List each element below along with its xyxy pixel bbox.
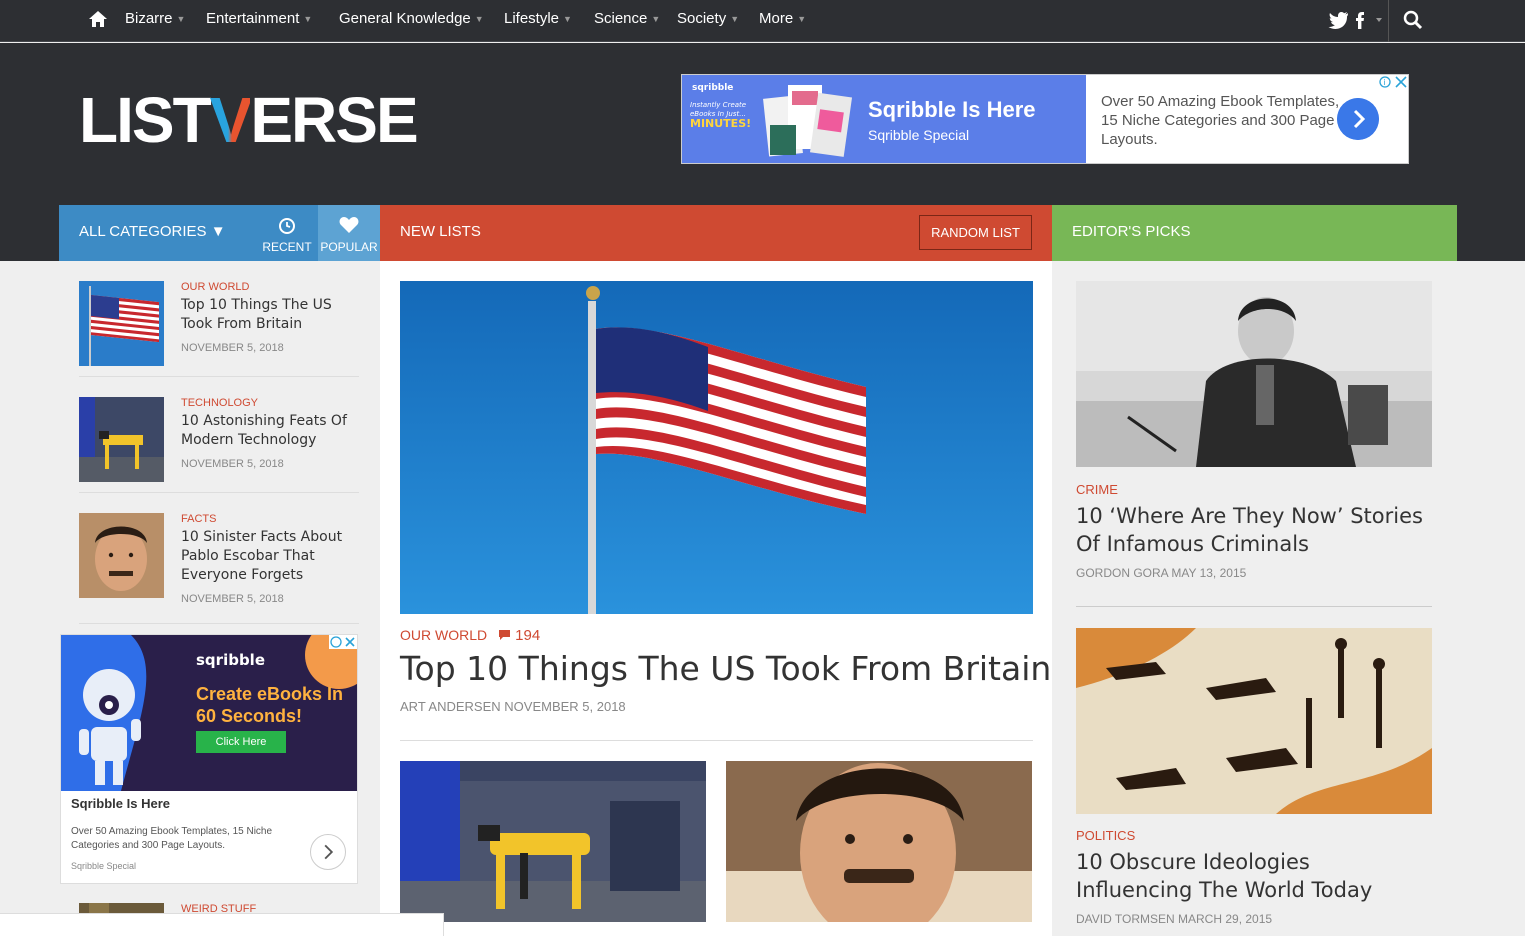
new-lists-column: OUR WORLD 194 Top 10 Things The US Took … bbox=[380, 261, 1052, 936]
list-title[interactable]: 10 Astonishing Feats Of Modern Technolog… bbox=[181, 412, 356, 450]
ad-subtitle: Sqribble Special bbox=[868, 127, 970, 143]
chevron-down-icon: ▼ bbox=[176, 14, 186, 24]
all-categories-bar: ALL CATEGORIES ▼ RECENT bbox=[59, 205, 318, 261]
divider bbox=[1076, 606, 1432, 607]
list-date: NOVEMBER 5, 2018 bbox=[181, 458, 284, 470]
robot-dog-image[interactable] bbox=[400, 761, 706, 922]
chevron-down-icon[interactable] bbox=[1376, 18, 1382, 22]
chevron-right-icon[interactable] bbox=[310, 834, 346, 870]
pick-category[interactable]: POLITICS bbox=[1076, 828, 1135, 843]
nav-divider bbox=[1388, 0, 1389, 42]
chevron-right-icon[interactable] bbox=[1337, 98, 1379, 140]
pick-title[interactable]: 10 ‘Where Are They Now’ Stories Of Infam… bbox=[1076, 502, 1432, 558]
nav-more[interactable]: More ▼ bbox=[759, 10, 806, 27]
ad-brand: sqribble bbox=[692, 83, 734, 93]
chevron-down-icon: ▼ bbox=[797, 14, 807, 24]
pick-meta: DAVID TORMSEN MARCH 29, 2015 bbox=[1076, 912, 1273, 926]
ad-headline: Sqribble Is Here bbox=[868, 97, 1036, 122]
nav-general-knowledge[interactable]: General Knowledge ▼ bbox=[339, 10, 484, 27]
tab-popular: POPULAR bbox=[320, 240, 378, 254]
ad-close-icon[interactable] bbox=[329, 635, 357, 649]
editors-picks-bar: EDITOR'S PICKS bbox=[1052, 205, 1457, 261]
list-title[interactable]: Top 10 Things The US Took From Britain bbox=[181, 296, 356, 334]
nav-entertainment[interactable]: Entertainment ▼ bbox=[206, 10, 312, 27]
new-lists-heading: NEW LISTS bbox=[400, 223, 481, 240]
cave-painting-image[interactable] bbox=[1076, 628, 1432, 814]
banner-ad[interactable]: sqribble Instantly Create eBooks In Just… bbox=[681, 74, 1409, 164]
ad-description: Over 50 Amazing Ebook Templates, 15 Nich… bbox=[71, 826, 273, 851]
ad-art: sqribble Create eBooks In 60 Seconds! Cl… bbox=[61, 635, 357, 791]
robot-dog-thumbnail bbox=[79, 397, 164, 482]
editors-picks-heading: EDITOR'S PICKS bbox=[1072, 223, 1191, 240]
search-icon[interactable] bbox=[1403, 10, 1423, 30]
comment-count: 194 bbox=[515, 627, 541, 644]
divider bbox=[400, 740, 1033, 741]
home-icon[interactable] bbox=[88, 9, 108, 29]
hero-category[interactable]: OUR WORLD bbox=[400, 627, 487, 643]
comment-icon bbox=[499, 630, 510, 640]
portrait-image[interactable] bbox=[726, 761, 1032, 922]
ad-close-icon[interactable]: i bbox=[1378, 75, 1408, 89]
ebook-stack-image bbox=[763, 85, 852, 157]
nav-science[interactable]: Science ▼ bbox=[594, 10, 660, 27]
list-date: NOVEMBER 5, 2018 bbox=[181, 593, 284, 605]
nav-society[interactable]: Society ▼ bbox=[677, 10, 739, 27]
random-list-button[interactable]: RANDOM LIST bbox=[919, 215, 1032, 250]
chevron-down-icon: ▼ bbox=[563, 14, 572, 24]
top-nav: Bizarre ▼ Entertainment ▼ General Knowledg… bbox=[0, 0, 1525, 42]
list-item[interactable]: TECHNOLOGY 10 Astonishing Feats Of Moder… bbox=[79, 397, 359, 493]
hero-meta: ART ANDERSEN NOVEMBER 5, 2018 bbox=[400, 699, 626, 714]
flag-thumbnail bbox=[79, 281, 164, 366]
ad-brand: sqribble bbox=[196, 651, 265, 669]
list-date: NOVEMBER 5, 2018 bbox=[181, 342, 284, 354]
ad-banner-art: sqribble Instantly Create eBooks In Just… bbox=[682, 75, 1086, 163]
heart-icon bbox=[339, 217, 359, 233]
editors-picks-column: CRIME 10 ‘Where Are They Now’ Stories Of… bbox=[1052, 261, 1457, 936]
popular-tab[interactable]: POPULAR bbox=[318, 205, 380, 261]
facebook-icon[interactable] bbox=[1356, 12, 1364, 29]
list-category[interactable]: TECHNOLOGY bbox=[181, 397, 258, 409]
clock-icon[interactable] bbox=[278, 217, 296, 235]
list-item[interactable]: OUR WORLD Top 10 Things The US Took From… bbox=[79, 281, 359, 377]
list-category[interactable]: FACTS bbox=[181, 513, 216, 525]
ad-headline: Create eBooks In 60 Seconds! bbox=[196, 684, 344, 726]
chevron-down-icon: ▼ bbox=[303, 14, 313, 24]
site-logo[interactable]: LISTVERSE bbox=[79, 88, 419, 152]
twitter-icon[interactable] bbox=[1328, 12, 1349, 29]
social-links bbox=[1328, 12, 1382, 29]
tab-recent[interactable]: RECENT bbox=[256, 240, 318, 254]
bottom-overlay-panel bbox=[0, 913, 444, 936]
hero-image[interactable] bbox=[400, 281, 1033, 614]
list-category[interactable]: OUR WORLD bbox=[181, 281, 249, 293]
chevron-down-icon: ▼ bbox=[730, 14, 740, 24]
sidebar-ad[interactable]: sqribble Create eBooks In 60 Seconds! Cl… bbox=[60, 634, 358, 884]
chevron-down-icon: ▼ bbox=[651, 14, 661, 24]
criminal-photo[interactable] bbox=[1076, 281, 1432, 467]
ad-click-button[interactable]: Click Here bbox=[196, 731, 286, 753]
ad-footer: Sqribble Special bbox=[71, 861, 137, 871]
pick-category[interactable]: CRIME bbox=[1076, 482, 1118, 497]
svg-text:i: i bbox=[1383, 78, 1385, 87]
pick-title[interactable]: 10 Obscure Ideologies Influencing The Wo… bbox=[1076, 848, 1432, 904]
chevron-down-icon: ▼ bbox=[474, 14, 484, 24]
nav-lifestyle[interactable]: Lifestyle ▼ bbox=[504, 10, 572, 27]
list-title[interactable]: 10 Sinister Facts About Pablo Escobar Th… bbox=[181, 528, 356, 585]
all-categories-dropdown[interactable]: ALL CATEGORIES ▼ bbox=[79, 223, 226, 240]
nav-bizarre[interactable]: Bizarre ▼ bbox=[125, 10, 185, 27]
list-item[interactable]: FACTS 10 Sinister Facts About Pablo Esco… bbox=[79, 513, 359, 624]
pick-meta: GORDON GORA MAY 13, 2015 bbox=[1076, 566, 1247, 580]
ad-description: Over 50 Amazing Ebook Templates, 15 Nich… bbox=[1101, 93, 1340, 148]
hero-comment-count[interactable]: 194 bbox=[498, 627, 540, 644]
ad-tagline: Instantly Create eBooks In Just... MINUTE… bbox=[690, 101, 752, 130]
ad-title: Sqribble Is Here bbox=[71, 796, 170, 811]
portrait-thumbnail bbox=[79, 513, 164, 598]
hero-title[interactable]: Top 10 Things The US Took From Britain bbox=[400, 649, 1051, 688]
